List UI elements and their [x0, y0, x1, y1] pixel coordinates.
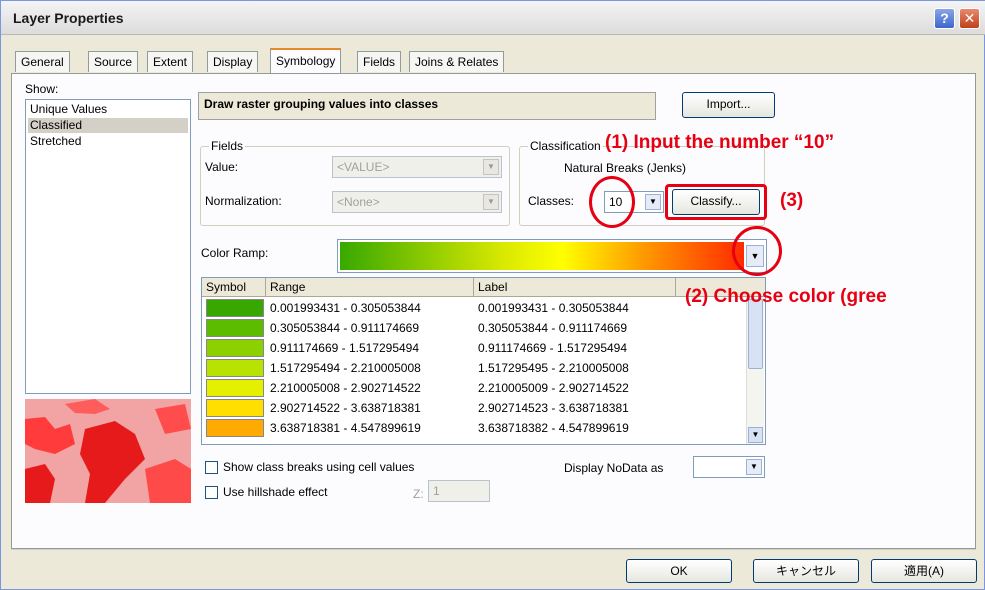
scroll-down-icon[interactable]: ▼	[748, 427, 763, 443]
annotation-circle-classes	[589, 176, 635, 228]
symbol-swatch[interactable]	[206, 339, 264, 357]
label-cell[interactable]: 2.902714523 - 3.638718381	[478, 401, 629, 415]
hillshade-label: Use hillshade effect	[223, 485, 328, 499]
nodata-label: Display NoData as	[564, 461, 664, 475]
class-table[interactable]: Symbol Range Label 0.001993431 - 0.30505…	[201, 277, 766, 445]
footer-divider	[11, 549, 976, 550]
range-cell[interactable]: 3.638718381 - 4.547899619	[270, 421, 421, 435]
table-row[interactable]: 1.517295494 - 2.210005008 1.517295495 - 2…	[202, 358, 745, 378]
annotation-step1: (1) Input the number “10”	[605, 132, 835, 153]
table-row[interactable]: 3.638718381 - 4.547899619 3.638718382 - 4…	[202, 418, 745, 438]
show-item-stretched[interactable]: Stretched	[28, 134, 188, 149]
symbol-swatch[interactable]	[206, 319, 264, 337]
annotation-circle-color-ramp	[732, 226, 782, 276]
color-ramp-select[interactable]: ▼	[337, 239, 767, 273]
tab-display[interactable]: Display	[207, 51, 259, 72]
table-row[interactable]: 0.305053844 - 0.911174669 0.305053844 - 0…	[202, 318, 745, 338]
z-input[interactable]: 1	[428, 480, 490, 502]
label-cell[interactable]: 3.638718382 - 4.547899619	[478, 421, 629, 435]
classification-method: Natural Breaks (Jenks)	[564, 161, 687, 175]
value-label: Value:	[205, 160, 239, 174]
range-cell[interactable]: 2.210005008 - 2.902714522	[270, 381, 421, 395]
classes-label: Classes:	[528, 194, 575, 208]
annotation-step3: (3)	[780, 190, 804, 211]
annotation-box-classify	[665, 184, 767, 220]
chevron-down-icon: ▼	[483, 159, 499, 175]
label-cell[interactable]: 1.517295495 - 2.210005008	[478, 361, 629, 375]
layer-properties-window: Layer Properties ? ✕ General Source Exte…	[0, 0, 985, 590]
value-select-text: <VALUE>	[337, 160, 390, 174]
range-cell[interactable]: 1.517295494 - 2.210005008	[270, 361, 421, 375]
label-cell[interactable]: 0.911174669 - 1.517295494	[478, 341, 627, 355]
column-header-symbol[interactable]: Symbol	[202, 278, 266, 297]
hillshade-checkbox[interactable]	[205, 486, 218, 499]
tab-fields[interactable]: Fields	[357, 51, 402, 72]
symbol-swatch[interactable]	[206, 399, 264, 417]
symbol-swatch[interactable]	[206, 379, 264, 397]
show-item-classified[interactable]: Classified	[28, 118, 188, 133]
annotation-step2: (2) Choose color (gree	[685, 286, 887, 307]
tab-joins-relates[interactable]: Joins & Relates	[409, 51, 505, 72]
value-select[interactable]: <VALUE> ▼	[332, 156, 502, 178]
table-row[interactable]: 0.911174669 - 1.517295494 0.911174669 - 1…	[202, 338, 745, 358]
tab-extent[interactable]: Extent	[147, 51, 194, 72]
classification-legend: Classification	[528, 139, 603, 153]
range-cell[interactable]: 0.001993431 - 0.305053844	[270, 301, 421, 315]
color-ramp-swatch	[340, 242, 744, 270]
z-label: Z:	[413, 487, 424, 501]
cancel-button[interactable]: キャンセル	[753, 559, 859, 583]
show-label: Show:	[25, 82, 59, 96]
tab-general[interactable]: General	[15, 51, 70, 72]
symbol-swatch[interactable]	[206, 299, 264, 317]
chevron-down-icon: ▼	[746, 459, 762, 475]
nodata-color-select[interactable]: ▼	[693, 456, 765, 478]
close-button[interactable]: ✕	[959, 8, 980, 29]
chevron-down-icon: ▼	[645, 194, 661, 210]
renderer-description: Draw raster grouping values into classes	[198, 92, 656, 120]
normalization-select-text: <None>	[337, 195, 380, 209]
show-item-unique-values[interactable]: Unique Values	[28, 102, 188, 117]
table-row[interactable]: 2.902714522 - 3.638718381 2.902714523 - 3…	[202, 398, 745, 418]
fields-group: Fields Value: <VALUE> ▼ Normalization: <…	[200, 139, 510, 226]
range-cell[interactable]: 0.305053844 - 0.911174669	[270, 321, 419, 335]
normalization-label: Normalization:	[205, 194, 282, 208]
label-cell[interactable]: 0.305053844 - 0.911174669	[478, 321, 627, 335]
symbol-swatch[interactable]	[206, 359, 264, 377]
show-breaks-label: Show class breaks using cell values	[223, 460, 415, 474]
ok-button[interactable]: OK	[626, 559, 732, 583]
range-cell[interactable]: 0.911174669 - 1.517295494	[270, 341, 419, 355]
window-title: Layer Properties	[13, 10, 124, 26]
normalization-select[interactable]: <None> ▼	[332, 191, 502, 213]
show-list[interactable]: Unique Values Classified Stretched	[25, 99, 191, 394]
fields-legend: Fields	[209, 139, 246, 153]
z-value: 1	[433, 484, 440, 498]
column-header-range[interactable]: Range	[266, 278, 474, 297]
apply-button[interactable]: 適用(A)	[871, 559, 977, 583]
chevron-down-icon: ▼	[483, 194, 499, 210]
column-header-label[interactable]: Label	[474, 278, 676, 297]
raster-preview-image	[25, 399, 191, 503]
label-cell[interactable]: 0.001993431 - 0.305053844	[478, 301, 629, 315]
tab-source[interactable]: Source	[88, 51, 139, 72]
scrollbar-thumb[interactable]	[748, 299, 763, 369]
tab-symbology[interactable]: Symbology	[270, 48, 342, 73]
label-cell[interactable]: 2.210005009 - 2.902714522	[478, 381, 629, 395]
symbol-swatch[interactable]	[206, 419, 264, 437]
table-scrollbar[interactable]: ▼	[746, 297, 764, 444]
import-button[interactable]: Import...	[682, 92, 775, 118]
help-button[interactable]: ?	[934, 8, 955, 29]
table-row[interactable]: 0.001993431 - 0.305053844 0.001993431 - 0…	[202, 298, 745, 318]
range-cell[interactable]: 2.902714522 - 3.638718381	[270, 401, 421, 415]
table-row[interactable]: 2.210005008 - 2.902714522 2.210005009 - 2…	[202, 378, 745, 398]
color-ramp-label: Color Ramp:	[201, 246, 269, 260]
title-bar: Layer Properties ? ✕	[1, 1, 985, 35]
show-breaks-checkbox[interactable]	[205, 461, 218, 474]
